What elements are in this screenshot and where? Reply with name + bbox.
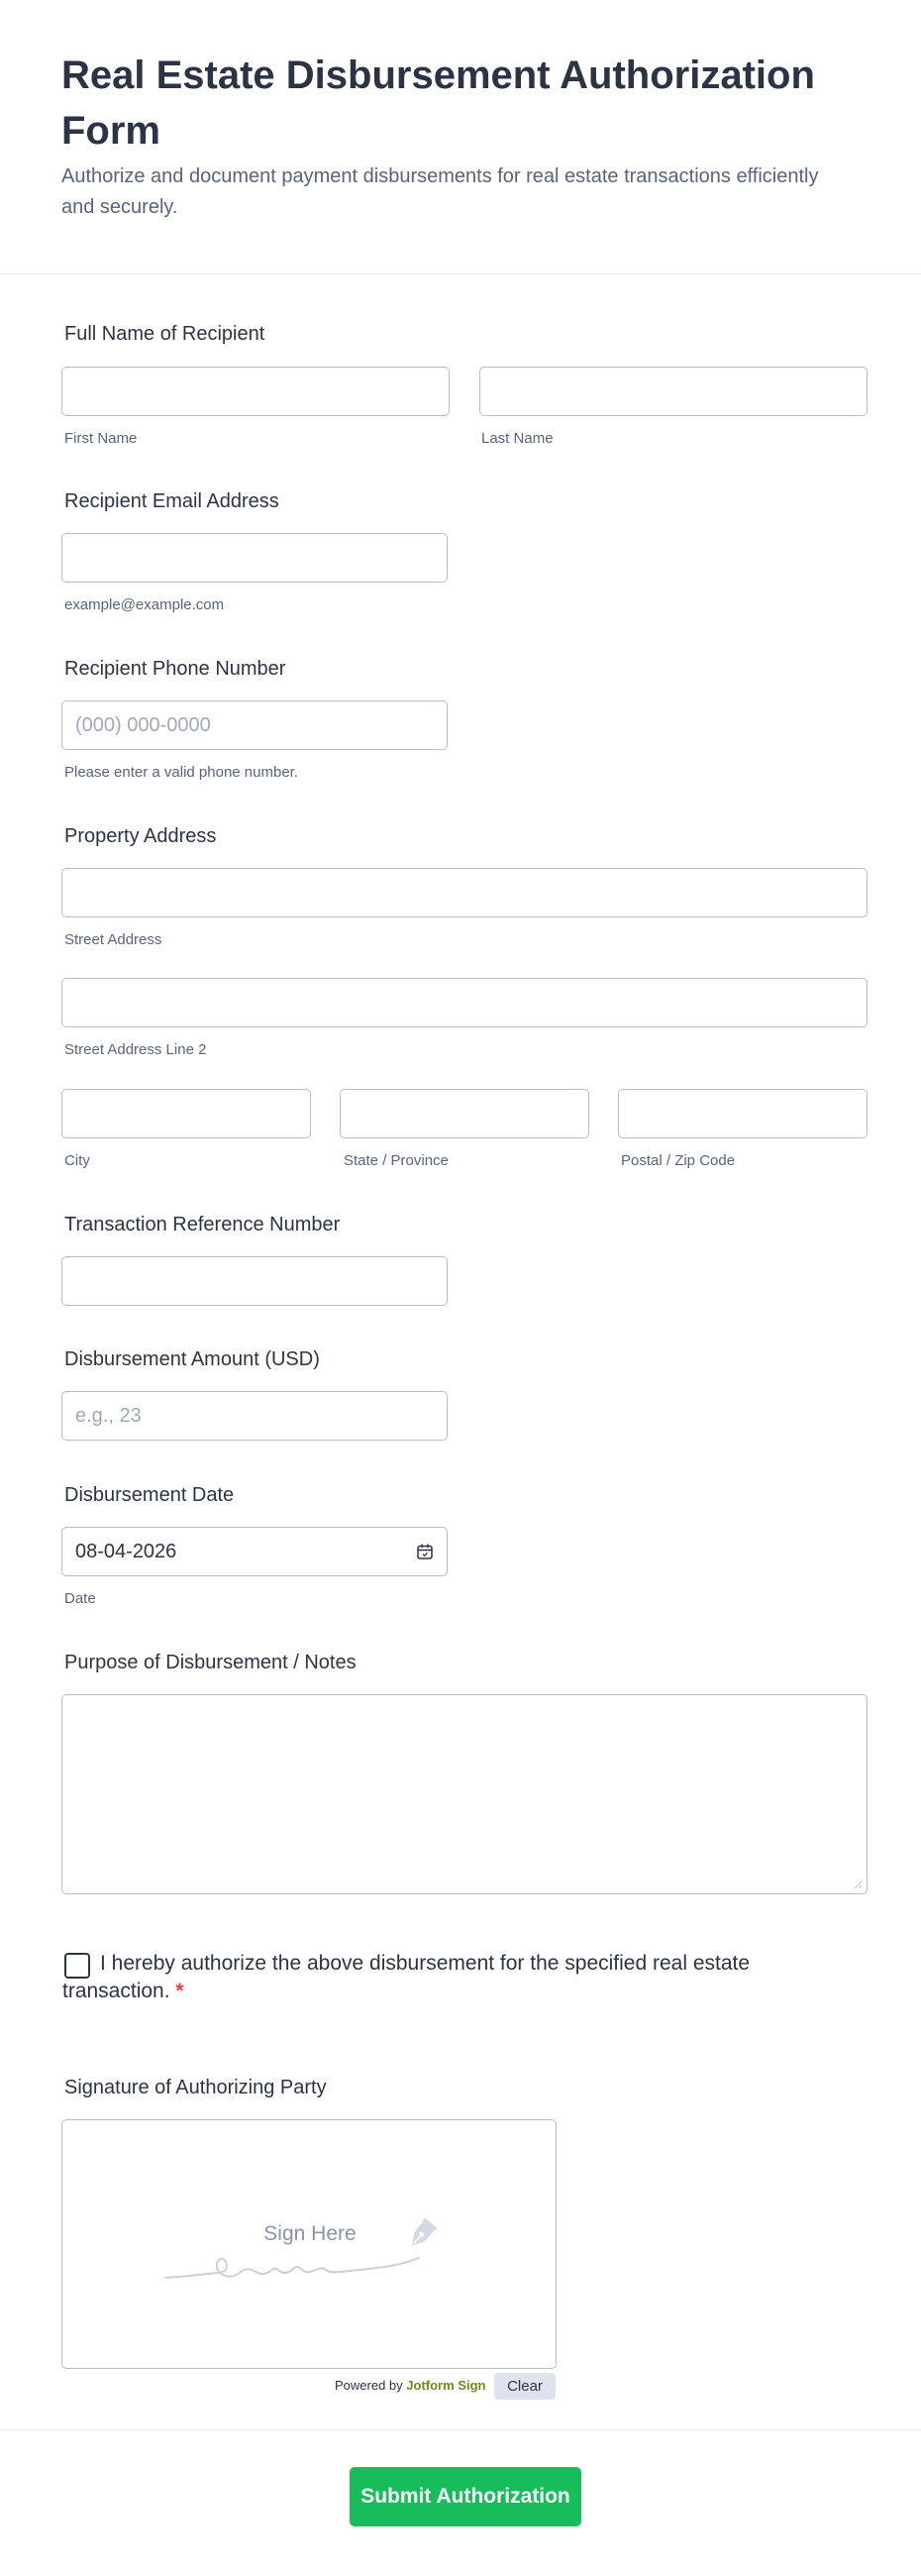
email-sublabel: example@example.com: [64, 596, 225, 613]
pen-nib-icon: [412, 2218, 438, 2246]
zip-input[interactable]: [618, 1089, 868, 1138]
phone-placeholder: (000) 000-0000: [75, 713, 211, 736]
reference-label: Transaction Reference Number: [64, 1214, 341, 1235]
last-name-input[interactable]: [479, 367, 868, 416]
recipient-name-label: Full Name of Recipient: [64, 323, 265, 345]
email-input[interactable]: [61, 533, 448, 583]
first-name-input[interactable]: [61, 367, 450, 416]
date-sublabel: Date: [64, 1590, 96, 1607]
form-subtitle: Authorize and document payment disbursem…: [61, 165, 819, 218]
submit-button[interactable]: Submit Authorization: [350, 2467, 581, 2526]
footer-divider: [0, 2429, 921, 2430]
last-name-sublabel: Last Name: [481, 430, 554, 447]
date-input[interactable]: 08-04-2026: [61, 1527, 448, 1576]
signature-label: Signature of Authorizing Party: [64, 2077, 327, 2098]
clear-signature-button[interactable]: Clear: [494, 2373, 556, 2400]
jotform-sign-link[interactable]: Jotform Sign: [406, 2378, 485, 2393]
address-label: Property Address: [64, 825, 217, 847]
city-sublabel: City: [64, 1152, 90, 1169]
form-header: Real Estate Disbursement Authorization F…: [0, 0, 921, 274]
reference-input[interactable]: [61, 1256, 448, 1306]
sign-here-placeholder: Sign Here: [263, 2222, 357, 2245]
zip-sublabel: Postal / Zip Code: [621, 1152, 736, 1169]
amount-input[interactable]: e.g., 23: [61, 1391, 448, 1441]
consent-text-block: I hereby authorize the above disbursemen…: [62, 1950, 815, 2005]
form-title: Real Estate Disbursement Authorization F…: [61, 54, 815, 153]
amount-placeholder: e.g., 23: [75, 1404, 142, 1427]
required-asterisk: *: [175, 1980, 184, 2002]
state-input[interactable]: [340, 1089, 589, 1138]
city-input[interactable]: [61, 1089, 311, 1138]
powered-by-prefix: Powered by: [335, 2378, 403, 2393]
notes-textarea[interactable]: [61, 1694, 868, 1894]
email-label: Recipient Email Address: [64, 490, 279, 512]
state-sublabel: State / Province: [344, 1152, 449, 1169]
phone-label: Recipient Phone Number: [64, 658, 286, 680]
phone-sublabel: Please enter a valid phone number.: [64, 764, 298, 781]
notes-label: Purpose of Disbursement / Notes: [64, 1652, 357, 1673]
street-address-sublabel: Street Address: [64, 931, 162, 948]
amount-label: Disbursement Amount (USD): [64, 1348, 320, 1370]
consent-text: I hereby authorize the above disbursemen…: [62, 1952, 751, 2002]
first-name-sublabel: First Name: [64, 430, 138, 447]
date-label: Disbursement Date: [64, 1484, 235, 1506]
street-address-line2-input[interactable]: [61, 978, 868, 1027]
date-value: 08-04-2026: [75, 1540, 177, 1562]
resize-handle-icon[interactable]: [853, 1879, 863, 1889]
street-address-input[interactable]: [61, 868, 868, 917]
signature-pad[interactable]: Sign Here: [61, 2119, 557, 2369]
street-address-line2-sublabel: Street Address Line 2: [64, 1041, 207, 1058]
powered-by-text: Powered by Jotform Sign: [335, 2378, 485, 2393]
phone-input[interactable]: (000) 000-0000: [61, 700, 448, 750]
calendar-icon[interactable]: [416, 1543, 434, 1560]
